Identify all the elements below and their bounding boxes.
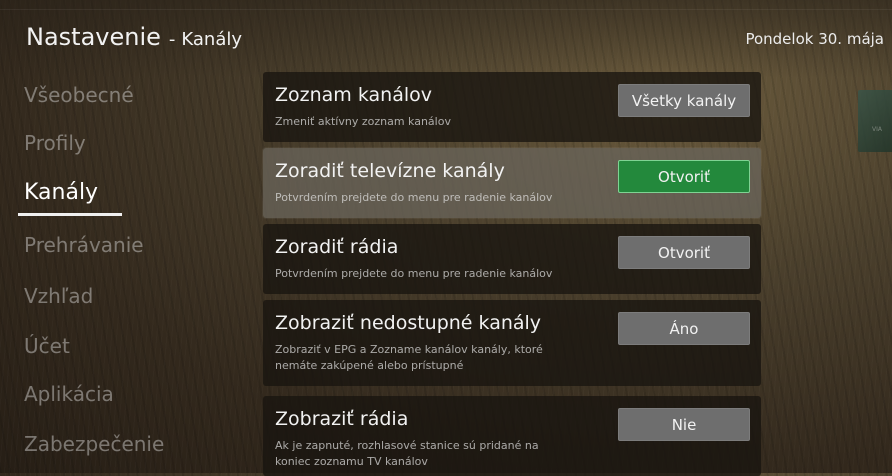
sidebar-item-ucet[interactable]: Účet <box>24 334 70 358</box>
sidebar-active-indicator <box>18 213 122 216</box>
sort-tv-open-button[interactable]: Otvoriť <box>618 160 750 193</box>
setting-show-unavailable-channels[interactable]: Zobraziť nedostupné kanály Zobraziť v EP… <box>263 300 761 386</box>
title-separator: - <box>168 29 176 50</box>
setting-sort-tv-channels[interactable]: Zoradiť televízne kanály Potvrdením prej… <box>263 148 761 218</box>
header-rule <box>0 9 892 10</box>
setting-title: Zoznam kanálov <box>275 84 432 106</box>
setting-channel-list[interactable]: Zoznam kanálov Zmeniť aktívny zoznam kan… <box>263 72 761 142</box>
setting-description: Potvrdením prejdete do menu pre radenie … <box>275 267 553 280</box>
sidebar-item-vseobecne[interactable]: Všeobecné <box>24 83 134 107</box>
header-bar: Nastavenie - Kanály Pondelok 30. mája <box>0 0 892 78</box>
setting-title: Zobraziť rádia <box>275 408 409 430</box>
show-unavailable-toggle-button[interactable]: Áno <box>618 312 750 345</box>
sidebar-item-zabezpecenie[interactable]: Zabezpečenie <box>24 432 164 456</box>
page-title-main: Nastavenie <box>26 23 161 51</box>
sidebar-item-aplikacia[interactable]: Aplikácia <box>24 382 114 406</box>
sidebar-item-prehravanie[interactable]: Prehrávanie <box>24 233 144 257</box>
setting-title: Zoradiť televízne kanály <box>275 160 505 182</box>
setting-sort-radios[interactable]: Zoradiť rádia Potvrdením prejdete do men… <box>263 224 761 294</box>
setting-title: Zobraziť nedostupné kanály <box>275 312 542 334</box>
date-label: Pondelok 30. mája <box>745 30 884 48</box>
sort-radio-open-button[interactable]: Otvoriť <box>618 236 750 269</box>
sidebar-item-vzhlad[interactable]: Vzhľad <box>24 284 93 308</box>
setting-title: Zoradiť rádia <box>275 236 399 258</box>
setting-description: Zmeniť aktívny zoznam kanálov <box>275 115 451 128</box>
background-logo-text: VIA <box>872 126 882 133</box>
setting-show-radios[interactable]: Zobraziť rádia Ak je zapnuté, rozhlasové… <box>263 396 761 476</box>
channel-list-button[interactable]: Všetky kanály <box>618 84 750 117</box>
setting-description: Potvrdením prejdete do menu pre radenie … <box>275 191 553 204</box>
page-title-section: Kanály <box>181 29 243 50</box>
show-radios-toggle-button[interactable]: Nie <box>618 408 750 441</box>
sidebar-item-profily[interactable]: Profily <box>24 131 86 155</box>
setting-description: Zobraziť v EPG a Zozname kanálov kanály,… <box>275 343 543 372</box>
setting-description: Ak je zapnuté, rozhlasové stanice sú pri… <box>275 439 539 468</box>
background-channel-logo: VIA <box>858 90 892 152</box>
page-title: Nastavenie - Kanály <box>26 23 242 51</box>
sidebar-item-kanaly[interactable]: Kanály <box>24 180 98 205</box>
